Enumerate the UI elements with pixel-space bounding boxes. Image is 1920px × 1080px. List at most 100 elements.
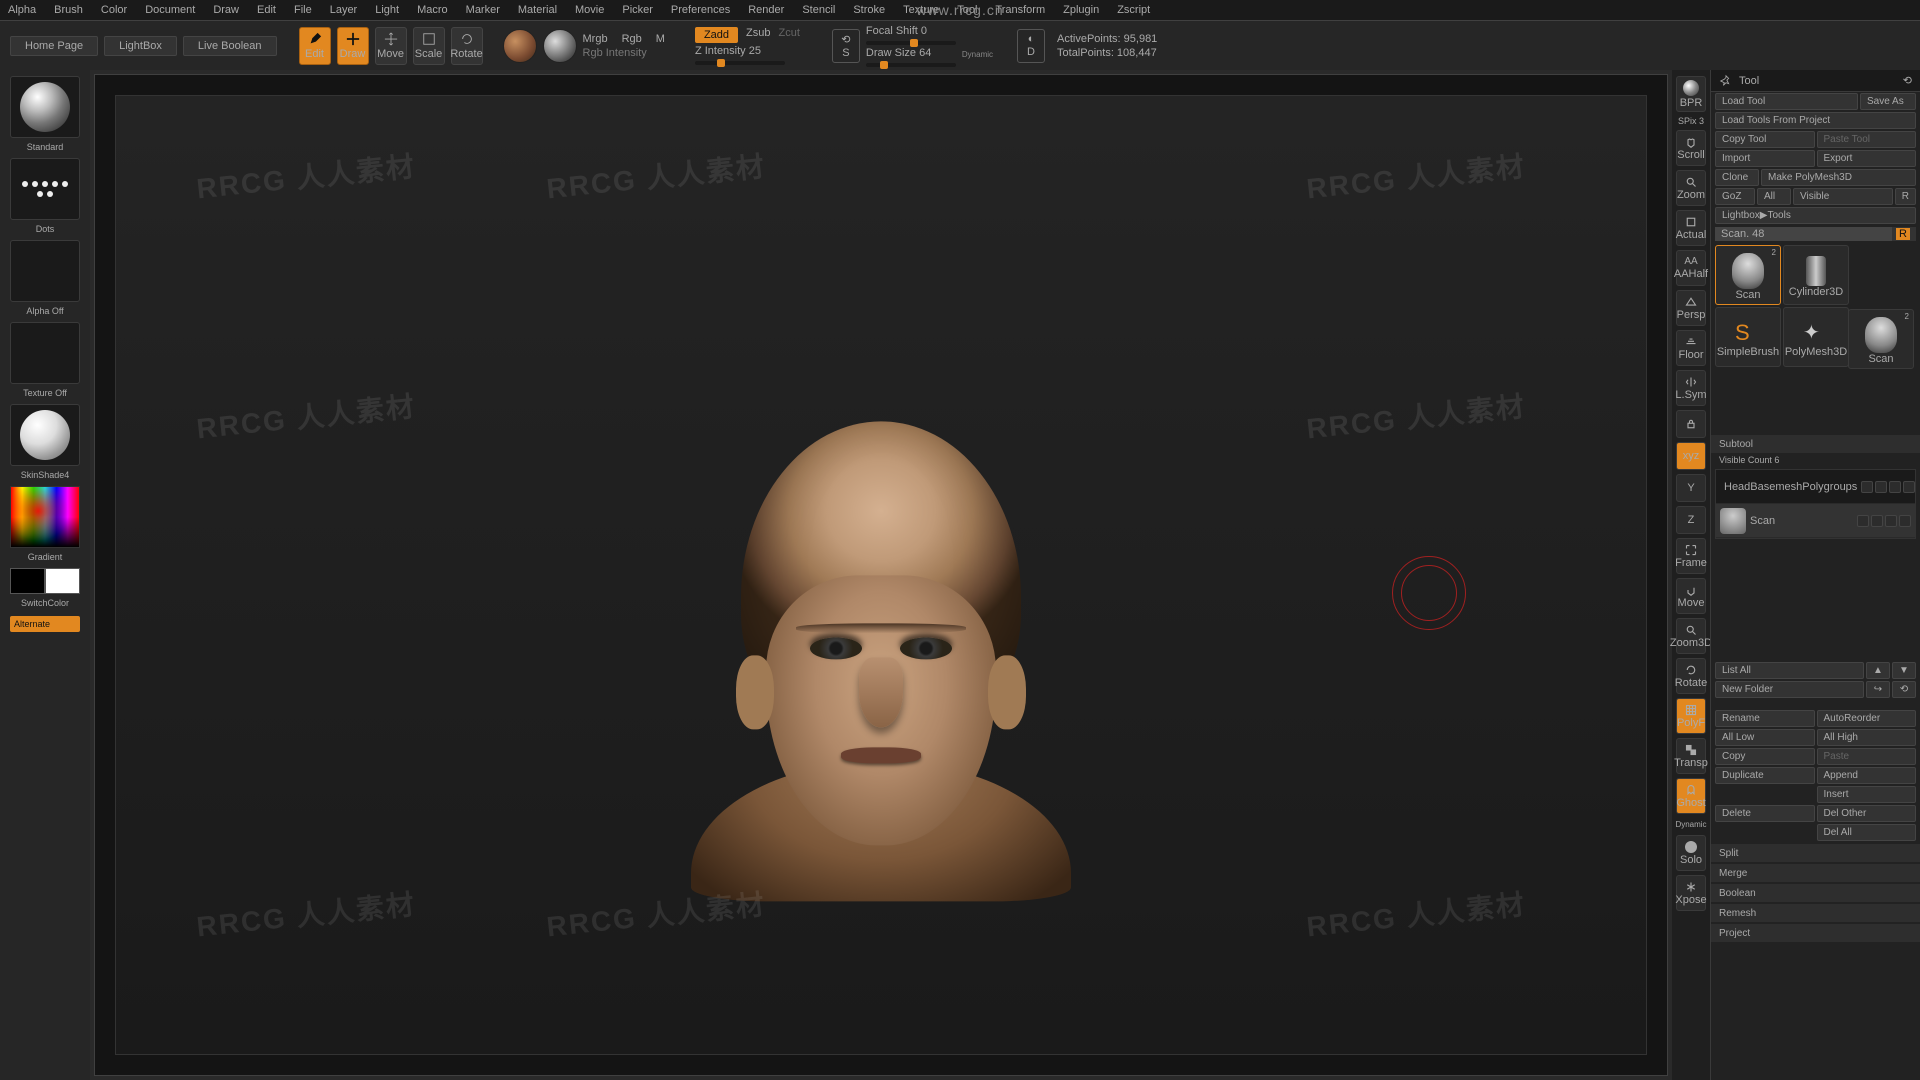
del-all-button[interactable]: Del All xyxy=(1817,824,1917,841)
new-folder-button[interactable]: New Folder xyxy=(1715,681,1864,698)
floor-button[interactable]: Floor xyxy=(1676,330,1706,366)
menu-edit[interactable]: Edit xyxy=(257,4,276,16)
ghost-button[interactable]: Ghost xyxy=(1676,778,1706,814)
all-low-button[interactable]: All Low xyxy=(1715,729,1815,746)
edit-button[interactable]: Edit xyxy=(299,27,331,65)
aahalf-button[interactable]: AAAAHalf xyxy=(1676,250,1706,286)
live-boolean-button[interactable]: Live Boolean xyxy=(183,36,277,56)
copy-tool-button[interactable]: Copy Tool xyxy=(1715,131,1815,148)
symmetry-s-button[interactable]: ⟲S xyxy=(832,29,860,63)
project-header[interactable]: Project xyxy=(1711,924,1920,942)
tool-header[interactable]: Tool ⟲ xyxy=(1711,70,1920,92)
y-button[interactable]: Y xyxy=(1676,474,1706,502)
split-header[interactable]: Split xyxy=(1711,844,1920,862)
menu-draw[interactable]: Draw xyxy=(213,4,239,16)
bpr-button[interactable]: BPR xyxy=(1676,76,1706,112)
focal-shift-slider[interactable] xyxy=(866,41,956,45)
scroll-button[interactable]: Scroll xyxy=(1676,130,1706,166)
stroke-slot[interactable] xyxy=(10,158,80,220)
dynamic-label[interactable]: Dynamic xyxy=(962,50,993,59)
subtool-row[interactable]: HeadBasemeshPolygroups xyxy=(1716,470,1915,504)
black-swatch[interactable] xyxy=(10,568,45,594)
delete-button[interactable]: Delete xyxy=(1715,805,1815,822)
m-button[interactable]: M xyxy=(656,33,665,45)
menu-picker[interactable]: Picker xyxy=(622,4,653,16)
menu-light[interactable]: Light xyxy=(375,4,399,16)
lsym-button[interactable]: L.Sym xyxy=(1676,370,1706,406)
home-page-button[interactable]: Home Page xyxy=(10,36,98,56)
up-button[interactable]: ▲ xyxy=(1866,662,1890,679)
paste-button[interactable]: Paste xyxy=(1817,748,1917,765)
white-swatch[interactable] xyxy=(45,568,80,594)
material-preview-icon[interactable] xyxy=(543,29,577,63)
insert-button[interactable]: Insert xyxy=(1817,786,1917,803)
menu-render[interactable]: Render xyxy=(748,4,784,16)
symmetry-d-button[interactable]: ◐D xyxy=(1017,29,1045,63)
menu-stroke[interactable]: Stroke xyxy=(853,4,885,16)
menu-material[interactable]: Material xyxy=(518,4,557,16)
zadd-button[interactable]: Zadd xyxy=(695,27,738,43)
zsub-button[interactable]: Zsub xyxy=(746,27,770,43)
xyz-button[interactable]: xyz xyxy=(1676,442,1706,470)
brush-slot[interactable] xyxy=(10,76,80,138)
import-button[interactable]: Import xyxy=(1715,150,1815,167)
zoom-button[interactable]: Zoom xyxy=(1676,170,1706,206)
export-button[interactable]: Export xyxy=(1817,150,1917,167)
draw-size-slider[interactable] xyxy=(866,63,956,67)
load-project-button[interactable]: Load Tools From Project xyxy=(1715,112,1916,129)
menu-macro[interactable]: Macro xyxy=(417,4,448,16)
z-button[interactable]: Z xyxy=(1676,506,1706,534)
duplicate-button[interactable]: Duplicate xyxy=(1715,767,1815,784)
del-other-button[interactable]: Del Other xyxy=(1817,805,1917,822)
menu-layer[interactable]: Layer xyxy=(330,4,358,16)
alternate-button[interactable]: Alternate xyxy=(10,616,80,632)
transp-button[interactable]: Transp xyxy=(1676,738,1706,774)
move-button[interactable]: Move xyxy=(375,27,407,65)
tool-thumb-polymesh[interactable]: ✦PolyMesh3D xyxy=(1783,307,1849,367)
rgb-button[interactable]: Rgb xyxy=(622,33,642,45)
menu-preferences[interactable]: Preferences xyxy=(671,4,730,16)
remesh-header[interactable]: Remesh xyxy=(1711,904,1920,922)
polyf-button[interactable]: PolyF xyxy=(1676,698,1706,734)
menu-zplugin[interactable]: Zplugin xyxy=(1063,4,1099,16)
scale-button[interactable]: Scale xyxy=(413,27,445,65)
lock-button[interactable] xyxy=(1676,410,1706,438)
menu-stencil[interactable]: Stencil xyxy=(802,4,835,16)
arrow-button[interactable]: ↪ xyxy=(1866,681,1890,698)
material-slot[interactable] xyxy=(10,404,80,466)
z-intensity-slider[interactable] xyxy=(695,61,785,65)
goz-r-button[interactable]: R xyxy=(1895,188,1916,205)
clone-button[interactable]: Clone xyxy=(1715,169,1759,186)
make-polymesh-button[interactable]: Make PolyMesh3D xyxy=(1761,169,1916,186)
copy-button[interactable]: Copy xyxy=(1715,748,1815,765)
goz-all-button[interactable]: All xyxy=(1757,188,1791,205)
solo-button[interactable]: Solo xyxy=(1676,835,1706,871)
append-button[interactable]: Append xyxy=(1817,767,1917,784)
menu-marker[interactable]: Marker xyxy=(466,4,500,16)
rename-button[interactable]: Rename xyxy=(1715,710,1815,727)
menu-movie[interactable]: Movie xyxy=(575,4,604,16)
brush-preview-icon[interactable] xyxy=(503,29,537,63)
menu-document[interactable]: Document xyxy=(145,4,195,16)
load-tool-button[interactable]: Load Tool xyxy=(1715,93,1858,110)
menu-zscript[interactable]: Zscript xyxy=(1117,4,1150,16)
color-picker[interactable] xyxy=(10,486,80,548)
subtool-row[interactable]: Scan xyxy=(1716,504,1915,538)
switchcolor-label[interactable]: SwitchColor xyxy=(21,598,69,608)
boolean-header[interactable]: Boolean xyxy=(1711,884,1920,902)
rotate3d-button[interactable]: Rotate xyxy=(1676,658,1706,694)
alpha-slot[interactable] xyxy=(10,240,80,302)
draw-button[interactable]: Draw xyxy=(337,27,369,65)
persp-button[interactable]: Persp xyxy=(1676,290,1706,326)
texture-slot[interactable] xyxy=(10,322,80,384)
goz-visible-button[interactable]: Visible xyxy=(1793,188,1893,205)
all-high-button[interactable]: All High xyxy=(1817,729,1917,746)
frame-button[interactable]: Frame xyxy=(1676,538,1706,574)
menu-color[interactable]: Color xyxy=(101,4,127,16)
rotate-button[interactable]: Rotate xyxy=(451,27,483,65)
mrgb-button[interactable]: Mrgb xyxy=(583,33,608,45)
merge-header[interactable]: Merge xyxy=(1711,864,1920,882)
lightbox-tools-button[interactable]: Lightbox▶Tools xyxy=(1715,207,1916,224)
menu-alpha[interactable]: Alpha xyxy=(8,4,36,16)
autoreorder-button[interactable]: AutoReorder xyxy=(1817,710,1917,727)
